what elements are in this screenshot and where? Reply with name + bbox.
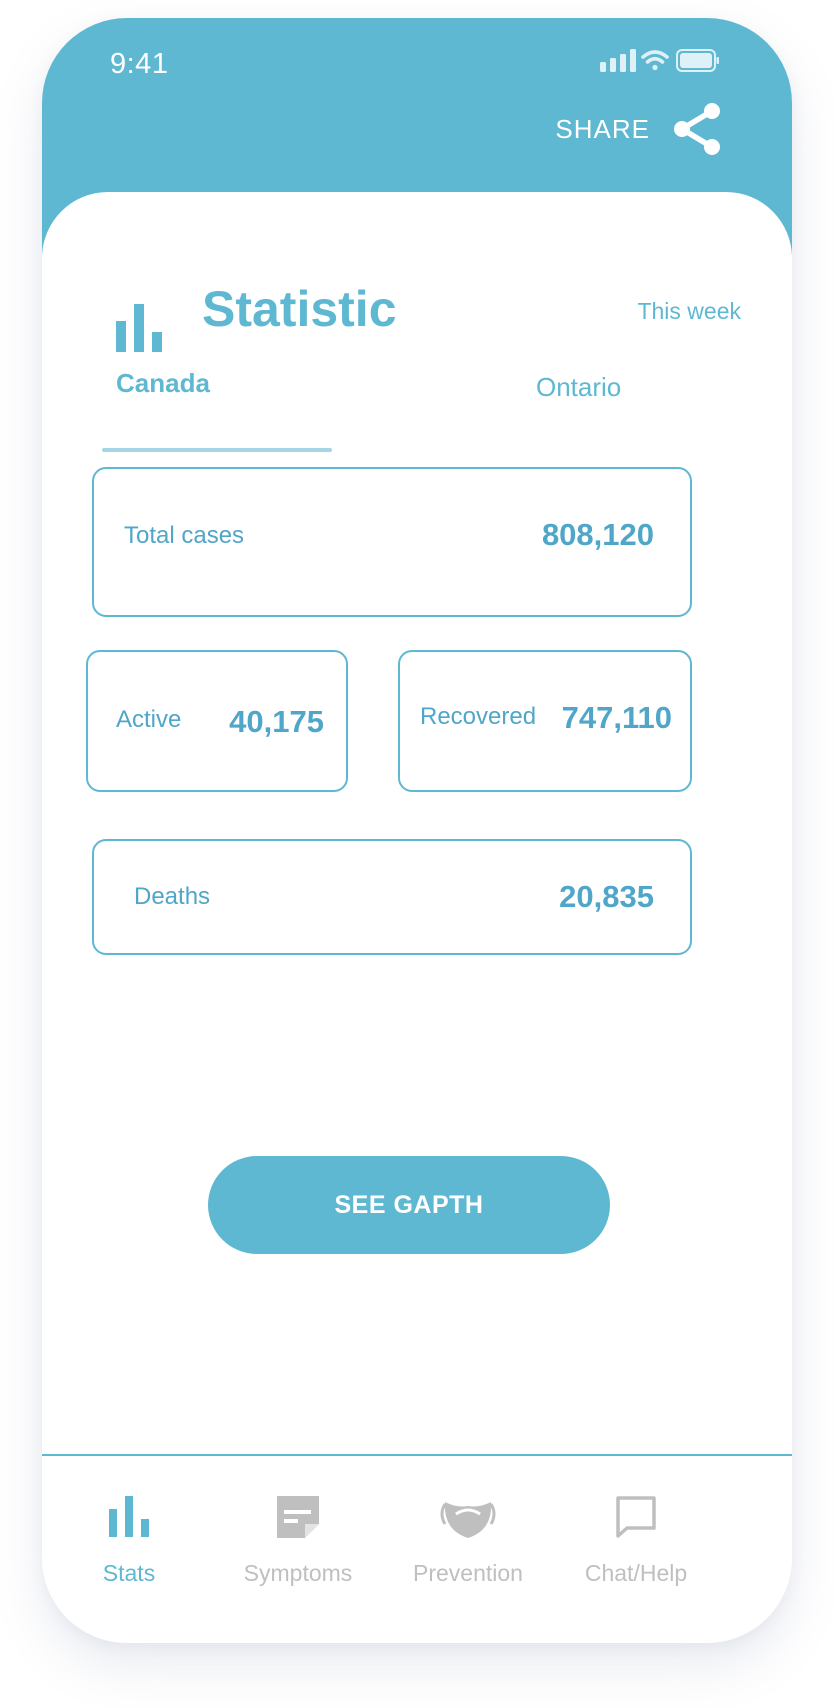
nav-item-chat-help[interactable]: Chat/Help xyxy=(541,1456,731,1643)
active-tab-indicator xyxy=(102,448,332,452)
cellular-signal-icon xyxy=(600,49,636,72)
nav-item-symptoms[interactable]: Symptoms xyxy=(203,1456,393,1643)
statistic-bar-chart-icon xyxy=(116,304,162,352)
content-card: Statistic This week Canada Ontario Total… xyxy=(42,192,792,1643)
status-icons xyxy=(600,48,720,74)
active-card: Active 40,175 xyxy=(86,650,348,792)
bar-chart-icon xyxy=(109,1496,149,1537)
nav-label-prevention: Prevention xyxy=(413,1560,523,1586)
active-label: Active xyxy=(116,706,182,733)
share-button[interactable]: SHARE xyxy=(555,102,724,156)
deaths-value: 20,835 xyxy=(559,879,654,914)
phone-frame: 9:41 SHARE Statistic This week Canada On… xyxy=(42,18,792,1643)
nav-label-chat-help: Chat/Help xyxy=(584,1560,688,1586)
nav-label-stats: Stats xyxy=(102,1560,156,1586)
note-icon xyxy=(277,1496,319,1538)
bottom-nav: Stats Symptoms Prevention Chat/Help xyxy=(42,1456,792,1643)
period-selector[interactable]: This week xyxy=(637,298,741,325)
status-time: 9:41 xyxy=(110,48,169,80)
deaths-label: Deaths xyxy=(134,883,211,910)
tab-ontario[interactable]: Ontario xyxy=(536,372,621,403)
total-cases-value: 808,120 xyxy=(541,517,654,552)
mask-icon xyxy=(440,1502,496,1538)
wifi-icon xyxy=(641,50,669,71)
chat-bubble-icon xyxy=(616,1496,656,1538)
nav-item-stats[interactable]: Stats xyxy=(42,1456,224,1643)
recovered-label: Recovered xyxy=(420,703,537,730)
share-icon xyxy=(674,103,720,155)
see-graph-button[interactable]: SEE GAPTH xyxy=(208,1156,610,1254)
deaths-card: Deaths 20,835 xyxy=(92,839,692,955)
battery-icon xyxy=(676,49,719,72)
nav-label-symptoms: Symptoms xyxy=(243,1560,353,1586)
recovered-card: Recovered 747,110 xyxy=(398,650,692,792)
page-title: Statistic xyxy=(202,281,397,337)
total-cases-card: Total cases 808,120 xyxy=(92,467,692,617)
tab-canada[interactable]: Canada xyxy=(116,368,210,399)
nav-item-prevention[interactable]: Prevention xyxy=(373,1456,563,1643)
total-cases-label: Total cases xyxy=(124,522,245,549)
recovered-value: 747,110 xyxy=(561,700,672,735)
active-value: 40,175 xyxy=(229,704,324,739)
share-label: SHARE xyxy=(555,113,650,144)
